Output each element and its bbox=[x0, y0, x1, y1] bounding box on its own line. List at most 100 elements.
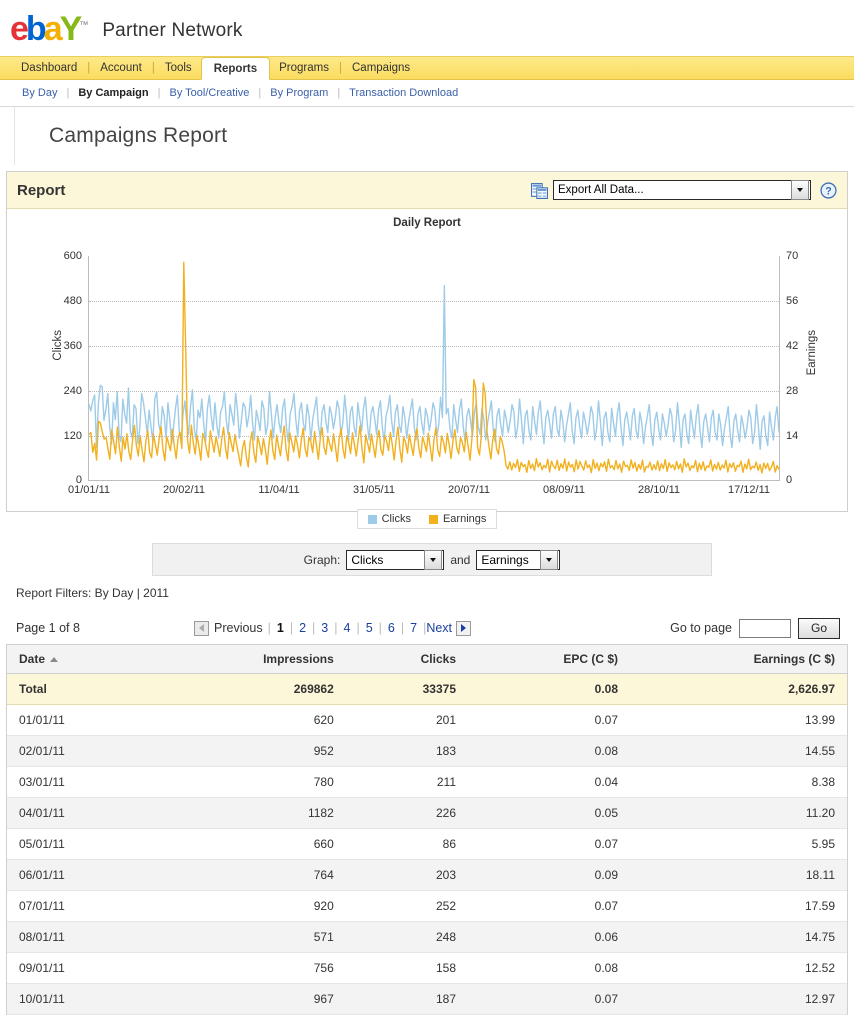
page-link-7[interactable]: 7 bbox=[404, 621, 423, 635]
cell-earnings: 12.97 bbox=[630, 983, 847, 1015]
chevron-down-icon[interactable] bbox=[540, 549, 559, 570]
y2-axis-tick-14: 14 bbox=[786, 430, 799, 442]
table-row: 09/01/11 756 158 0.08 12.52 bbox=[7, 952, 847, 984]
logo-letter-y: Y bbox=[59, 10, 83, 48]
y2-axis-tick-56: 56 bbox=[786, 295, 799, 307]
cell-earnings: 14.55 bbox=[630, 735, 847, 767]
cell-epc: 0.09 bbox=[468, 859, 631, 891]
cell-earnings: 18.11 bbox=[630, 859, 847, 891]
subnav-separator: | bbox=[66, 87, 70, 99]
table-row: 08/01/11 571 248 0.06 14.75 bbox=[7, 921, 847, 953]
cell-epc: 0.07 bbox=[468, 890, 631, 922]
chevron-down-icon[interactable] bbox=[791, 180, 809, 200]
table-row: 10/01/11 967 187 0.07 12.97 bbox=[7, 983, 847, 1015]
subnav-item-by-campaign[interactable]: By Campaign bbox=[78, 87, 148, 99]
cell-clicks: 187 bbox=[345, 983, 468, 1015]
tab-reports[interactable]: Reports bbox=[200, 57, 271, 80]
legend-swatch-earnings bbox=[428, 514, 438, 524]
subnav-item-by-program[interactable]: By Program bbox=[270, 87, 328, 99]
cell-date: 06/01/11 bbox=[7, 859, 151, 891]
graph-primary-value: Clicks bbox=[351, 552, 384, 567]
x-axis-tick-7: 17/12/11 bbox=[727, 484, 771, 496]
x-axis-tick-2: 11/04/11 bbox=[258, 484, 300, 496]
page-link-5[interactable]: 5 bbox=[360, 621, 379, 635]
x-axis-tick-5: 08/09/11 bbox=[542, 484, 586, 496]
graph-secondary-select[interactable]: Earnings bbox=[476, 549, 561, 570]
cell-impressions: 780 bbox=[150, 766, 346, 798]
page-link-2[interactable]: 2 bbox=[293, 621, 312, 635]
sub-nav: By Day | By Campaign | By Tool/Creative … bbox=[0, 80, 854, 107]
previous-label[interactable]: Previous bbox=[209, 621, 268, 635]
export-data-select[interactable]: Export All Data... bbox=[553, 180, 811, 200]
y2-axis-tick-28: 28 bbox=[786, 385, 799, 397]
next-arrow-icon[interactable] bbox=[456, 620, 472, 636]
cell-date: 09/01/11 bbox=[7, 952, 151, 984]
cell-earnings: 12.52 bbox=[630, 952, 847, 984]
table-row: 03/01/11 780 211 0.04 8.38 bbox=[7, 766, 847, 798]
y2-axis-title: Earnings bbox=[806, 330, 818, 376]
cell-date: 02/01/11 bbox=[7, 735, 151, 767]
cell-clicks: 252 bbox=[345, 890, 468, 922]
cell-date: 10/01/11 bbox=[7, 983, 151, 1015]
spreadsheet-export-icon[interactable] bbox=[531, 182, 548, 199]
table-total-row: Total 269862 33375 0.08 2,626.97 bbox=[7, 673, 847, 705]
column-header-epc[interactable]: EPC (C $) bbox=[468, 645, 631, 674]
help-question-icon[interactable]: ? bbox=[820, 181, 837, 199]
page-link-1[interactable]: 1 bbox=[271, 621, 290, 635]
column-header-impressions[interactable]: Impressions bbox=[150, 645, 346, 674]
y-axis-tick-240: 240 bbox=[63, 385, 82, 397]
cell-clicks: 248 bbox=[345, 921, 468, 953]
page-indicator: Page 1 of 8 bbox=[16, 621, 80, 635]
page-title: Campaigns Report bbox=[49, 124, 228, 147]
report-table-wrapper: Date Impressions Clicks EPC (C $) Earnin… bbox=[6, 644, 848, 1015]
previous-arrow-icon[interactable] bbox=[194, 620, 209, 636]
column-header-date[interactable]: Date bbox=[7, 645, 151, 674]
trademark-symbol: ™ bbox=[79, 19, 89, 30]
chart-title: Daily Report bbox=[393, 217, 461, 229]
subnav-item-transaction-download[interactable]: Transaction Download bbox=[349, 87, 458, 99]
cell-clicks: 86 bbox=[345, 828, 468, 860]
cell-epc: 0.04 bbox=[468, 766, 631, 798]
gridline bbox=[89, 346, 779, 347]
tab-tools[interactable]: Tools bbox=[156, 57, 201, 79]
goto-page-input[interactable] bbox=[739, 618, 791, 638]
subnav-item-by-day[interactable]: By Day bbox=[22, 87, 57, 99]
next-label[interactable]: Next bbox=[426, 621, 456, 635]
tab-campaigns[interactable]: Campaigns bbox=[343, 57, 419, 79]
cell-earnings: 8.38 bbox=[630, 766, 847, 798]
column-header-earnings[interactable]: Earnings (C $) bbox=[630, 645, 847, 674]
page-link-4[interactable]: 4 bbox=[338, 621, 357, 635]
x-axis-tick-0: 01/01/11 bbox=[67, 484, 111, 496]
graph-primary-select[interactable]: Clicks bbox=[346, 549, 445, 570]
chart-plot-area bbox=[88, 256, 780, 481]
cell-epc: 0.05 bbox=[468, 797, 631, 829]
total-clicks: 33375 bbox=[345, 673, 468, 705]
cell-epc: 0.07 bbox=[468, 828, 631, 860]
logo-letter-e: e bbox=[10, 10, 29, 48]
legend-box: Clicks Earnings bbox=[356, 509, 498, 529]
svg-text:?: ? bbox=[825, 185, 831, 197]
tab-dashboard[interactable]: Dashboard bbox=[12, 57, 86, 79]
report-panel-title: Report bbox=[17, 181, 66, 199]
page-title-area: Campaigns Report bbox=[14, 107, 854, 165]
table-row: 02/01/11 952 183 0.08 14.55 bbox=[7, 735, 847, 767]
cell-epc: 0.06 bbox=[468, 921, 631, 953]
table-row: 07/01/11 920 252 0.07 17.59 bbox=[7, 890, 847, 922]
chevron-down-icon[interactable] bbox=[424, 549, 443, 570]
y-axis-tick-480: 480 bbox=[63, 295, 82, 307]
cell-impressions: 571 bbox=[150, 921, 346, 953]
tab-programs[interactable]: Programs bbox=[270, 57, 338, 79]
column-header-clicks[interactable]: Clicks bbox=[345, 645, 468, 674]
total-impressions: 269862 bbox=[150, 673, 346, 705]
table-row: 01/01/11 620 201 0.07 13.99 bbox=[7, 704, 847, 736]
x-axis-tick-4: 20/07/11 bbox=[447, 484, 491, 496]
tab-account[interactable]: Account bbox=[91, 57, 151, 79]
page-link-3[interactable]: 3 bbox=[315, 621, 334, 635]
cell-epc: 0.08 bbox=[468, 952, 631, 984]
go-button[interactable]: Go bbox=[798, 617, 840, 639]
subnav-item-by-tool-creative[interactable]: By Tool/Creative bbox=[169, 87, 249, 99]
logo-letter-b: b bbox=[25, 10, 47, 48]
graph-selector-conjunction: and bbox=[450, 552, 471, 567]
chart-line-earnings bbox=[88, 261, 780, 474]
page-link-6[interactable]: 6 bbox=[382, 621, 401, 635]
